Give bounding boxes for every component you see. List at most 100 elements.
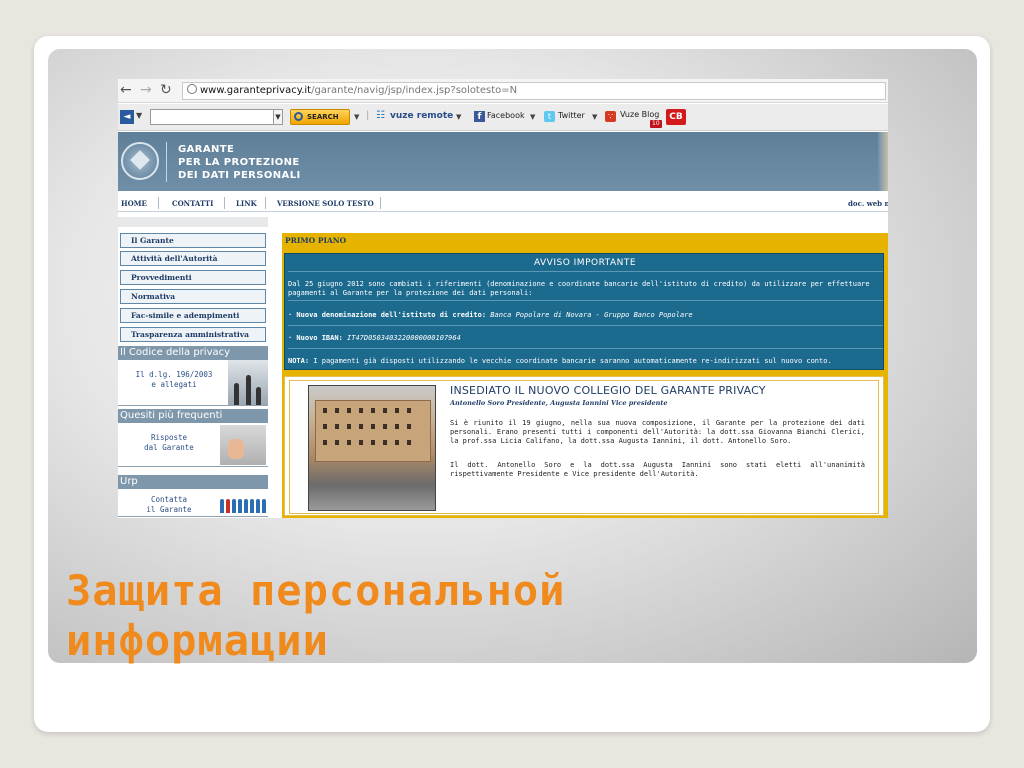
window [335,408,339,413]
urp-title[interactable]: Urp [118,475,268,489]
urp-text-2: il Garante [146,505,192,514]
sidebar-item-trasparenza[interactable]: Trasparenza amministrativa [120,327,266,342]
site-header: GARANTE PER LA PROTEZIONE DEI DATI PERSO… [118,132,888,191]
primo-piano-section: PRIMO PIANO AVVISO IMPORTANTE Dal 25 giu… [282,233,888,518]
hand-keyboard-image [220,425,266,465]
window [383,440,387,445]
quesiti-text-1: Risposte [150,433,188,442]
window [371,408,375,413]
vuze-remote-button[interactable]: vuze remote [390,111,453,121]
toolbar-search-input[interactable] [150,109,274,125]
notification-badge: 10 [650,120,662,128]
address-bar[interactable]: www.garanteprivacy.it/garante/navig/jsp/… [182,82,886,100]
sidebar-item-attivita[interactable]: Attività dell'Autorità [120,251,266,266]
urp-box[interactable]: Contatta il Garante [118,489,268,517]
nav-home[interactable]: HOME [121,199,147,208]
notice-divider [288,271,883,272]
chevron-down-icon[interactable]: ▼ [456,113,461,121]
twitter-button[interactable]: Twitter [558,111,585,120]
search-icon [294,112,303,121]
chevron-down-icon[interactable]: ▼ [592,113,597,121]
quesiti-text-2: dal Garante [144,443,194,452]
browser-navbar: ← → ↻ www.garanteprivacy.it/garante/navi… [118,79,888,103]
person-silhouette [246,375,251,405]
back-icon[interactable]: ← [120,82,132,98]
window [323,408,327,413]
chevron-down-icon[interactable]: ▼ [136,111,142,120]
quesiti-title[interactable]: Quesiti più frequenti [118,409,268,423]
search-dropdown-icon[interactable]: ▼ [274,109,283,125]
person-figure [250,499,254,513]
nav-divider [158,197,159,209]
window [371,424,375,429]
avviso-intro: Dal 25 giugno 2012 sono cambiati i rifer… [288,280,870,297]
denominazione-label: · Nuova denominazione dell'istituto di c… [288,311,487,319]
person-silhouette [256,387,261,405]
chevron-down-icon[interactable]: ▼ [354,113,359,121]
header-divider [166,142,167,182]
slide-caption-line1: Защита персональной [66,566,566,615]
republic-emblem-icon [121,142,159,180]
site-nav: HOME CONTATTI LINK VERSIONE SOLO TESTO d… [118,194,888,212]
window [359,424,363,429]
nota-label: NOTA: [288,357,310,365]
nota-text: I pagamenti già disposti utilizzando le … [313,357,832,365]
news-box: INSEDIATO IL NUOVO COLLEGIO DEL GARANTE … [284,376,884,516]
codice-privacy-box[interactable]: Il d.lg. 196/2003 e allegati [118,360,268,406]
nav-contatti[interactable]: CONTATTI [172,199,213,208]
search-button[interactable]: SEARCH [290,109,350,125]
rss-icon: ∵ [605,111,616,122]
nav-divider [265,197,266,209]
forward-icon[interactable]: → [140,82,152,98]
avviso-denominazione: · Nuova denominazione dell'istituto di c… [288,311,882,320]
person-silhouette [234,383,239,405]
codice-privacy-text-1: Il d.lg. 196/2003 [135,370,213,379]
window [383,424,387,429]
person-figure [232,499,236,513]
window [383,408,387,413]
url-path: /garante/navig/jsp/index.jsp?solotesto=N [311,85,518,96]
person-figure [256,499,260,513]
crowd-image [218,493,266,513]
cb-button[interactable]: CB [666,109,686,125]
window [347,408,351,413]
sidebar-item-provvedimenti[interactable]: Provvedimenti [120,270,266,285]
nav-link[interactable]: LINK [236,199,257,208]
denominazione-value: Banca Popolare di Novara - Gruppo Banco … [490,311,693,319]
chevron-down-icon[interactable]: ▼ [530,113,535,121]
window [407,440,411,445]
browser-toolbar: ◄ ▼ ▼ SEARCH ▼ | ☷ vuze remote ▼ f Faceb… [118,104,888,131]
reload-icon[interactable]: ↻ [160,82,172,98]
quesiti-box[interactable]: Risposte dal Garante [118,423,268,467]
sidebar-item-fac-simile[interactable]: Fac-simile e adempimenti [120,308,266,323]
sidebar-item-il-garante[interactable]: Il Garante [120,233,266,248]
news-inner: INSEDIATO IL NUOVO COLLEGIO DEL GARANTE … [289,380,879,514]
window [395,440,399,445]
window [335,440,339,445]
codice-privacy-title[interactable]: Il Codice della privacy [118,346,268,360]
vuze-blog-button[interactable]: Vuze Blog [620,110,659,119]
news-subtitle: Antonello Soro Presidente, Augusta Ianni… [450,399,668,407]
toolbar-logo-icon[interactable]: ◄ [120,110,134,124]
notice-divider [288,325,883,326]
nav-doc-web: doc. web n [848,199,888,208]
window [323,424,327,429]
nav-versione-solo-testo[interactable]: VERSIONE SOLO TESTO [277,199,374,208]
toolbar-divider: | [366,110,370,121]
slide-caption: Защита персональной информации [66,566,565,666]
news-title[interactable]: INSEDIATO IL NUOVO COLLEGIO DEL GARANTE … [450,384,766,397]
avviso-title: AVVISO IMPORTANTE [533,258,637,268]
facebook-button[interactable]: Facebook [487,111,525,120]
nav-divider [224,197,225,209]
window [347,424,351,429]
news-paragraph-1: Si è riunito il 19 giugno, nella sua nuo… [450,419,865,445]
people-image [228,360,268,405]
sidebar-item-normativa[interactable]: Normativa [120,289,266,304]
site-title-line2: PER LA PROTEZIONE [178,157,300,168]
avviso-importante-box: AVVISO IMPORTANTE Dal 25 giugno 2012 son… [284,253,884,370]
site-title[interactable]: GARANTE PER LA PROTEZIONE DEI DATI PERSO… [178,143,301,182]
facebook-icon: f [474,111,485,122]
browser-screenshot: ← → ↻ www.garanteprivacy.it/garante/navi… [118,79,888,518]
site-title-line1: GARANTE [178,144,235,155]
notice-divider [288,348,883,349]
